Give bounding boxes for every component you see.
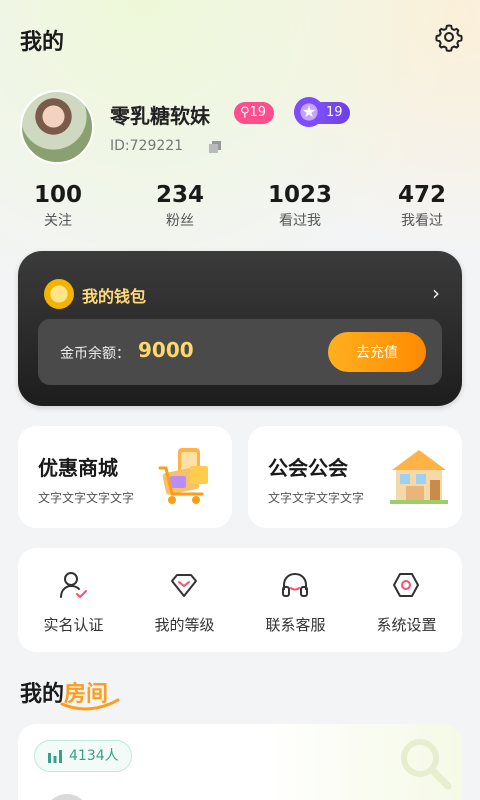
- stat-label: 粉丝: [166, 213, 194, 229]
- copy-icon[interactable]: [208, 140, 222, 154]
- wallet-card[interactable]: 我的钱包 › 金币余额： 9000 去充值: [18, 251, 462, 406]
- search-level-icon: ⚲: [240, 105, 250, 120]
- balance-label: 金币余额：: [60, 346, 130, 362]
- stat-value: 472: [397, 182, 446, 208]
- search-icon: [401, 739, 452, 790]
- page-title: 我的: [20, 30, 65, 55]
- hex-settings-icon: [393, 573, 419, 597]
- room-avatar: [44, 794, 90, 800]
- vip-badge-value: 19: [326, 105, 343, 120]
- card-title: 优惠商城: [38, 456, 118, 480]
- stat-fans[interactable]: 234 粉丝: [130, 182, 230, 230]
- house-icon: [390, 450, 448, 504]
- level-badge-value: 19: [249, 105, 267, 120]
- shopping-cart-icon: [158, 448, 208, 504]
- headset-icon: [282, 572, 308, 597]
- nickname: 零乳糖软妹: [110, 104, 210, 128]
- recharge-button[interactable]: 去充值: [328, 332, 426, 372]
- balance-value: 9000: [138, 338, 194, 362]
- stat-following[interactable]: 100 关注: [8, 182, 108, 230]
- stat-label: 看过我: [279, 213, 321, 229]
- gear-icon[interactable]: [434, 22, 464, 52]
- menu-item-settings[interactable]: 系统设置: [351, 548, 462, 652]
- vip-star-icon: ★: [294, 97, 324, 127]
- mall-card[interactable]: 优惠商城 文字文字文字文字: [18, 426, 232, 528]
- profile-section: 零乳糖软妹 ⚲19 ★ 19 ID:729221: [20, 90, 460, 166]
- stats-row: 100 关注 234 粉丝 1023 看过我 472 我看过: [0, 182, 480, 234]
- bar-chart-icon: [48, 750, 62, 763]
- stat-value: 100: [33, 182, 82, 208]
- wallet-title: 我的钱包: [82, 287, 147, 306]
- card-subtitle: 文字文字文字文字: [268, 491, 365, 505]
- stat-visited[interactable]: 472 我看过: [372, 182, 472, 230]
- level-badge: ⚲19: [234, 102, 275, 124]
- vip-badge: ★ 19: [294, 97, 350, 127]
- menu-label: 实名认证: [43, 616, 104, 634]
- guild-card[interactable]: 公会公会 文字文字文字文字: [248, 426, 462, 528]
- menu-item-verify[interactable]: 实名认证: [18, 548, 129, 652]
- card-title: 公会公会: [268, 456, 348, 480]
- menu-item-level[interactable]: 我的等级: [129, 548, 240, 652]
- stat-label: 我看过: [401, 213, 443, 229]
- menu-grid: 实名认证 我的等级 联系客服 系统设置: [18, 548, 462, 652]
- viewer-count: 4134人: [69, 748, 119, 764]
- menu-label: 联系客服: [265, 616, 326, 634]
- card-subtitle: 文字文字文字文字: [38, 491, 135, 505]
- stat-value: 1023: [267, 182, 332, 208]
- coin-icon: [44, 279, 74, 309]
- diamond-icon: [171, 574, 197, 597]
- header: 我的: [20, 22, 464, 56]
- chevron-right-icon[interactable]: ›: [432, 281, 440, 305]
- title-underline-swoosh: [60, 698, 120, 711]
- viewer-count-chip: 4134人: [34, 740, 132, 772]
- avatar[interactable]: [20, 90, 94, 164]
- stat-visitors[interactable]: 1023 看过我: [250, 182, 350, 230]
- user-verify-icon: [60, 572, 87, 599]
- menu-item-support[interactable]: 联系客服: [240, 548, 351, 652]
- section-title-prefix: 我的: [20, 682, 65, 707]
- menu-label: 我的等级: [154, 616, 215, 634]
- room-card[interactable]: 4134人: [18, 724, 462, 800]
- stat-label: 关注: [44, 213, 72, 229]
- menu-label: 系统设置: [376, 616, 437, 634]
- stat-value: 234: [155, 182, 204, 208]
- wallet-balance-panel: 金币余额： 9000 去充值: [38, 319, 442, 385]
- user-id: ID:729221: [110, 138, 184, 154]
